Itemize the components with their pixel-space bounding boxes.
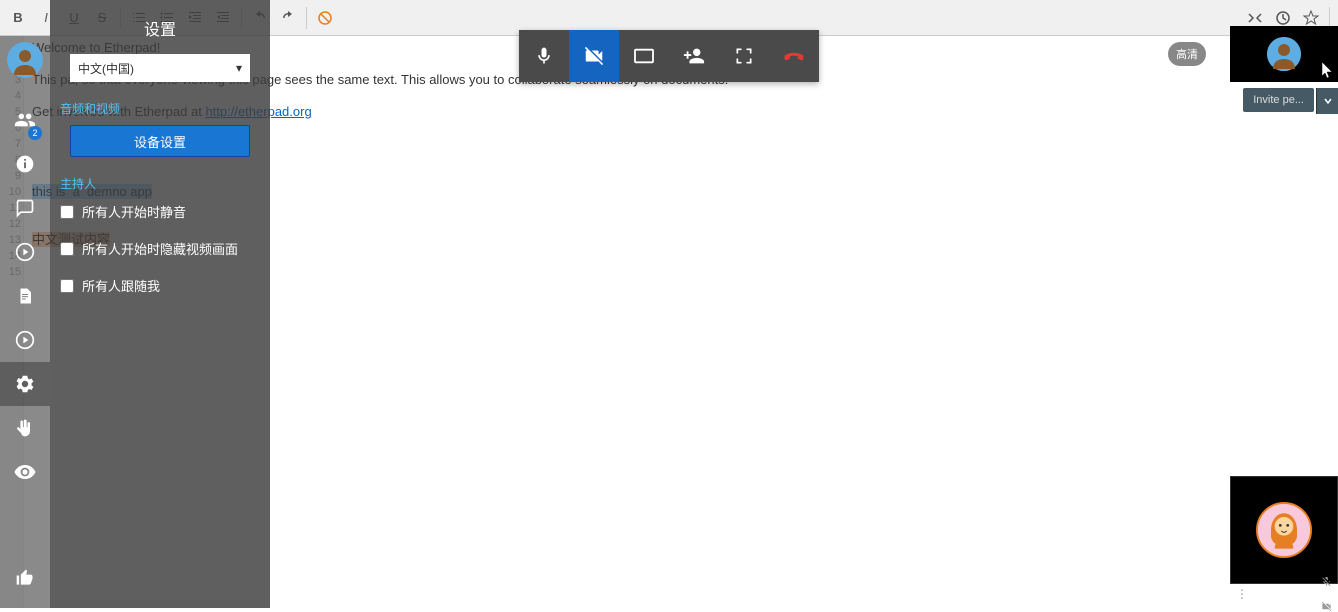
language-select[interactable]: 中文(中国) ▾ [70, 54, 250, 82]
follow-me-checkbox[interactable] [60, 279, 74, 293]
local-avatar[interactable] [7, 42, 43, 78]
mic-button[interactable] [519, 30, 569, 82]
document-icon[interactable] [0, 274, 50, 318]
settings-title: 设置 [60, 16, 260, 40]
raise-hand-icon[interactable] [0, 406, 50, 450]
chat-icon[interactable] [0, 186, 50, 230]
start-muted-checkbox[interactable] [60, 205, 74, 219]
info-icon[interactable] [0, 142, 50, 186]
thumbnail-controls: ⋮ [1230, 584, 1338, 604]
follow-me-checkbox-row[interactable]: 所有人跟随我 [60, 276, 260, 295]
cursor-icon [1322, 62, 1336, 80]
add-participant-button[interactable] [669, 30, 719, 82]
start-muted-checkbox-row[interactable]: 所有人开始时静音 [60, 202, 260, 221]
language-selected-label: 中文(中国) [78, 60, 134, 77]
hd-quality-badge: 高清 [1168, 42, 1206, 66]
jitsi-sidebar: 2 [0, 36, 50, 608]
remote-avatar-female [1256, 502, 1312, 558]
bold-button[interactable]: B [4, 4, 32, 32]
camera-off-small-icon [1321, 601, 1332, 612]
chevron-down-icon: ▾ [236, 61, 242, 75]
start-hidden-checkbox[interactable] [60, 242, 74, 256]
device-settings-button[interactable]: 设备设置 [70, 125, 250, 157]
hangup-button[interactable] [769, 30, 819, 82]
visibility-icon[interactable] [0, 450, 50, 494]
screen-share-button[interactable] [619, 30, 669, 82]
settings-icon[interactable] [0, 362, 50, 406]
invite-button[interactable]: Invite pe... [1243, 88, 1314, 112]
settings-panel: 设置 中文(中国) ▾ 音频和视频 设备设置 主持人 所有人开始时静音 所有人开… [50, 0, 270, 608]
invite-dropdown-toggle[interactable] [1316, 88, 1338, 114]
start-hidden-checkbox-row[interactable]: 所有人开始时隐藏视频画面 [60, 239, 260, 258]
thumbs-up-icon[interactable] [0, 556, 50, 600]
start-hidden-label: 所有人开始时隐藏视频画面 [82, 239, 238, 258]
follow-me-label: 所有人跟随我 [82, 276, 160, 295]
redo-button[interactable] [274, 4, 302, 32]
more-icon[interactable]: ⋮ [1236, 587, 1248, 601]
call-toolbar [519, 30, 819, 82]
remote-video-thumbnail-bottom[interactable] [1230, 476, 1338, 584]
participant-count-badge: 2 [28, 126, 42, 140]
camera-off-button[interactable] [569, 30, 619, 82]
host-section-label: 主持人 [60, 175, 260, 192]
mic-muted-icon [1321, 576, 1332, 587]
clear-formatting-button[interactable] [311, 4, 339, 32]
start-muted-label: 所有人开始时静音 [82, 202, 186, 221]
participants-icon[interactable]: 2 [0, 98, 50, 142]
av-section-label: 音频和视频 [60, 100, 260, 117]
play-record-icon[interactable] [0, 230, 50, 274]
record-circle-icon[interactable] [0, 318, 50, 362]
fullscreen-button[interactable] [719, 30, 769, 82]
remote-avatar-small [1267, 37, 1301, 71]
